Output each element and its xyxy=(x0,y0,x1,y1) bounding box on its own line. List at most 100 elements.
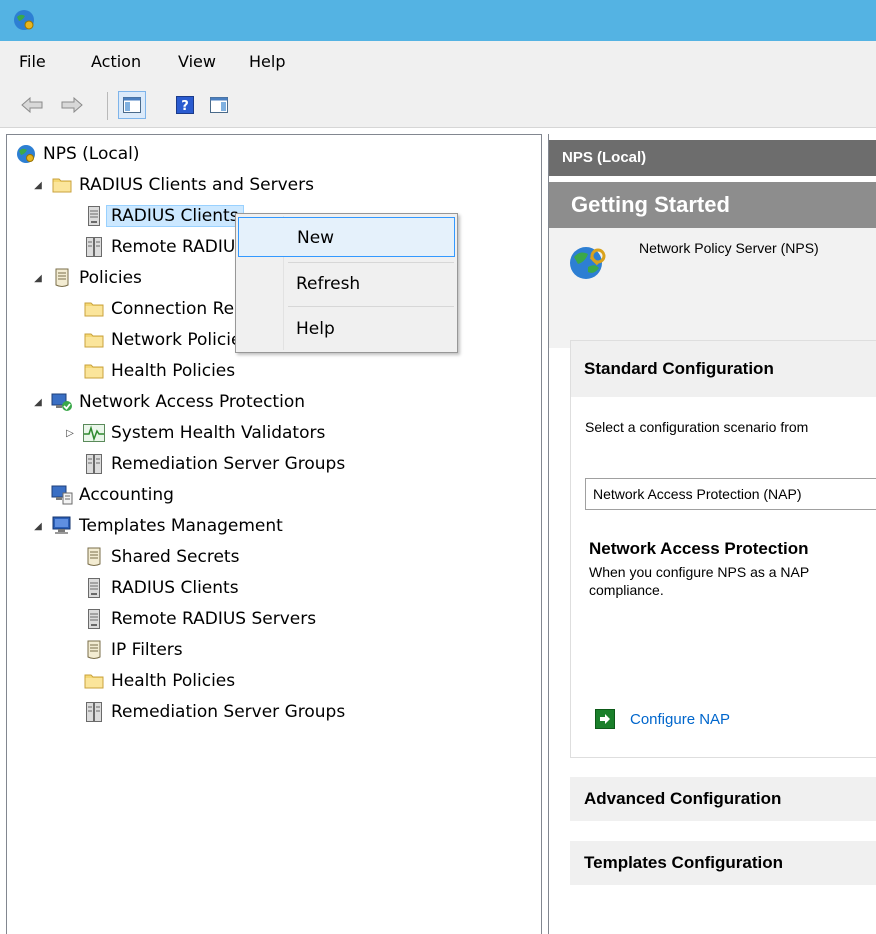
server-group-icon xyxy=(83,453,105,475)
nap-computer-icon xyxy=(51,391,73,413)
scenario-description: When you configure NPS as a NAP complian… xyxy=(589,563,809,599)
expand-toggle-icon[interactable]: ▷ xyxy=(63,426,77,440)
tree-item[interactable]: Remediation Server Groups xyxy=(7,699,345,725)
toolbar-separator xyxy=(107,92,108,120)
nps-globe-icon xyxy=(15,143,37,165)
green-arrow-icon xyxy=(595,709,615,729)
scenario-description-line: When you configure NPS as a NAP xyxy=(589,564,810,580)
menu-file[interactable]: File xyxy=(19,51,46,73)
tree-item[interactable]: IP Filters xyxy=(7,637,183,663)
intro-text: Network Policy Server (NPS) xyxy=(639,240,819,256)
folder-icon xyxy=(83,329,105,351)
forward-arrow-icon[interactable] xyxy=(58,91,86,119)
tree-item[interactable]: ◢ RADIUS Clients and Servers xyxy=(7,172,314,198)
tree-item[interactable]: RADIUS Clients xyxy=(7,203,244,229)
context-menu-separator xyxy=(288,262,454,263)
templates-computer-icon xyxy=(51,515,73,537)
policy-document-icon xyxy=(51,267,73,289)
tree-item-label: Health Policies xyxy=(111,361,236,381)
nps-globe-icon xyxy=(570,247,606,279)
configure-nap-link[interactable]: Configure NAP xyxy=(595,709,730,729)
help-icon[interactable]: ? xyxy=(171,91,199,119)
standard-configuration-title: Standard Configuration xyxy=(571,341,876,397)
title-bar xyxy=(0,0,876,41)
policy-document-icon xyxy=(83,546,105,568)
scenario-title: Network Access Protection xyxy=(589,539,809,558)
collapse-toggle-icon[interactable]: ◢ xyxy=(31,519,45,533)
configure-nap-label[interactable]: Configure NAP xyxy=(630,711,730,728)
tree-item-label: Network Policies xyxy=(111,330,251,350)
toolbar: ? xyxy=(0,83,876,128)
tree-item[interactable]: ◢ Network Access Protection xyxy=(7,389,305,415)
tree-item[interactable]: Health Policies xyxy=(7,358,235,384)
collapse-toggle-icon[interactable]: ◢ xyxy=(31,178,45,192)
tree-item-label: RADIUS Clients xyxy=(111,578,239,598)
folder-icon xyxy=(51,174,73,196)
tree-item-label: RADIUS Clients and Servers xyxy=(79,175,314,195)
tree-item[interactable]: Health Policies xyxy=(7,668,235,694)
server-icon xyxy=(83,205,105,227)
tree-item[interactable]: NPS (Local) xyxy=(7,141,140,167)
context-menu-help[interactable]: Help xyxy=(238,309,455,349)
menu-bar: File Action View Help xyxy=(0,41,876,83)
context-menu: New Refresh Help xyxy=(235,213,458,353)
tree-item[interactable]: RADIUS Clients xyxy=(7,575,239,601)
tree-item-label: Templates Management xyxy=(79,516,283,536)
standard-configuration-description: Select a configuration scenario from xyxy=(585,419,809,435)
tree-item[interactable]: Remediation Server Groups xyxy=(7,451,345,477)
details-pane-header: NPS (Local) xyxy=(549,140,876,176)
menu-help[interactable]: Help xyxy=(249,51,285,73)
tree-item[interactable]: Accounting xyxy=(7,482,174,508)
server-group-icon xyxy=(83,236,105,258)
policy-document-icon xyxy=(83,639,105,661)
context-menu-new[interactable]: New xyxy=(238,217,455,257)
menu-action[interactable]: Action xyxy=(91,51,141,73)
context-menu-refresh[interactable]: Refresh xyxy=(238,264,455,304)
scenario-select[interactable]: Network Access Protection (NAP) xyxy=(585,478,876,510)
tree-item-label: Health Policies xyxy=(111,671,236,691)
tree-item-label: Remediation Server Groups xyxy=(111,702,346,722)
show-hide-console-tree-icon[interactable] xyxy=(118,91,146,119)
accounting-icon xyxy=(51,484,73,506)
show-hide-action-pane-icon[interactable] xyxy=(205,91,233,119)
folder-icon xyxy=(83,298,105,320)
server-group-icon xyxy=(83,701,105,723)
back-arrow-icon[interactable] xyxy=(18,91,46,119)
folder-icon xyxy=(83,670,105,692)
tree-item-label: Remediation Server Groups xyxy=(111,454,346,474)
tree-item-label: IP Filters xyxy=(111,640,183,660)
health-validator-icon xyxy=(83,422,105,444)
tree-item[interactable]: Network Policies xyxy=(7,327,250,353)
server-icon xyxy=(83,608,105,630)
tree-item[interactable]: Remote RADIUS Servers xyxy=(7,606,316,632)
tree-item[interactable]: Shared Secrets xyxy=(7,544,239,570)
tree-item-label: Network Access Protection xyxy=(79,392,305,412)
svg-text:?: ? xyxy=(181,99,189,114)
tree-item[interactable]: ▷ System Health Validators xyxy=(7,420,325,446)
folder-icon xyxy=(83,360,105,382)
server-icon xyxy=(83,577,105,599)
tree-item-label: Policies xyxy=(79,268,142,288)
tree-item[interactable]: ◢ Policies xyxy=(7,265,142,291)
intro-panel: Network Policy Server (NPS) xyxy=(549,228,876,348)
advanced-configuration-header[interactable]: Advanced Configuration xyxy=(570,777,876,821)
tree-item-label: Shared Secrets xyxy=(111,547,240,567)
nps-globe-icon xyxy=(14,10,34,30)
tree-item-label: NPS (Local) xyxy=(43,144,140,164)
menu-view[interactable]: View xyxy=(178,51,216,73)
tree-item[interactable]: ◢ Templates Management xyxy=(7,513,283,539)
collapse-toggle-icon[interactable]: ◢ xyxy=(31,395,45,409)
collapse-toggle-icon[interactable]: ◢ xyxy=(31,271,45,285)
tree-item-label: Remote RADIUS Servers xyxy=(111,609,317,629)
templates-configuration-header[interactable]: Templates Configuration xyxy=(570,841,876,885)
